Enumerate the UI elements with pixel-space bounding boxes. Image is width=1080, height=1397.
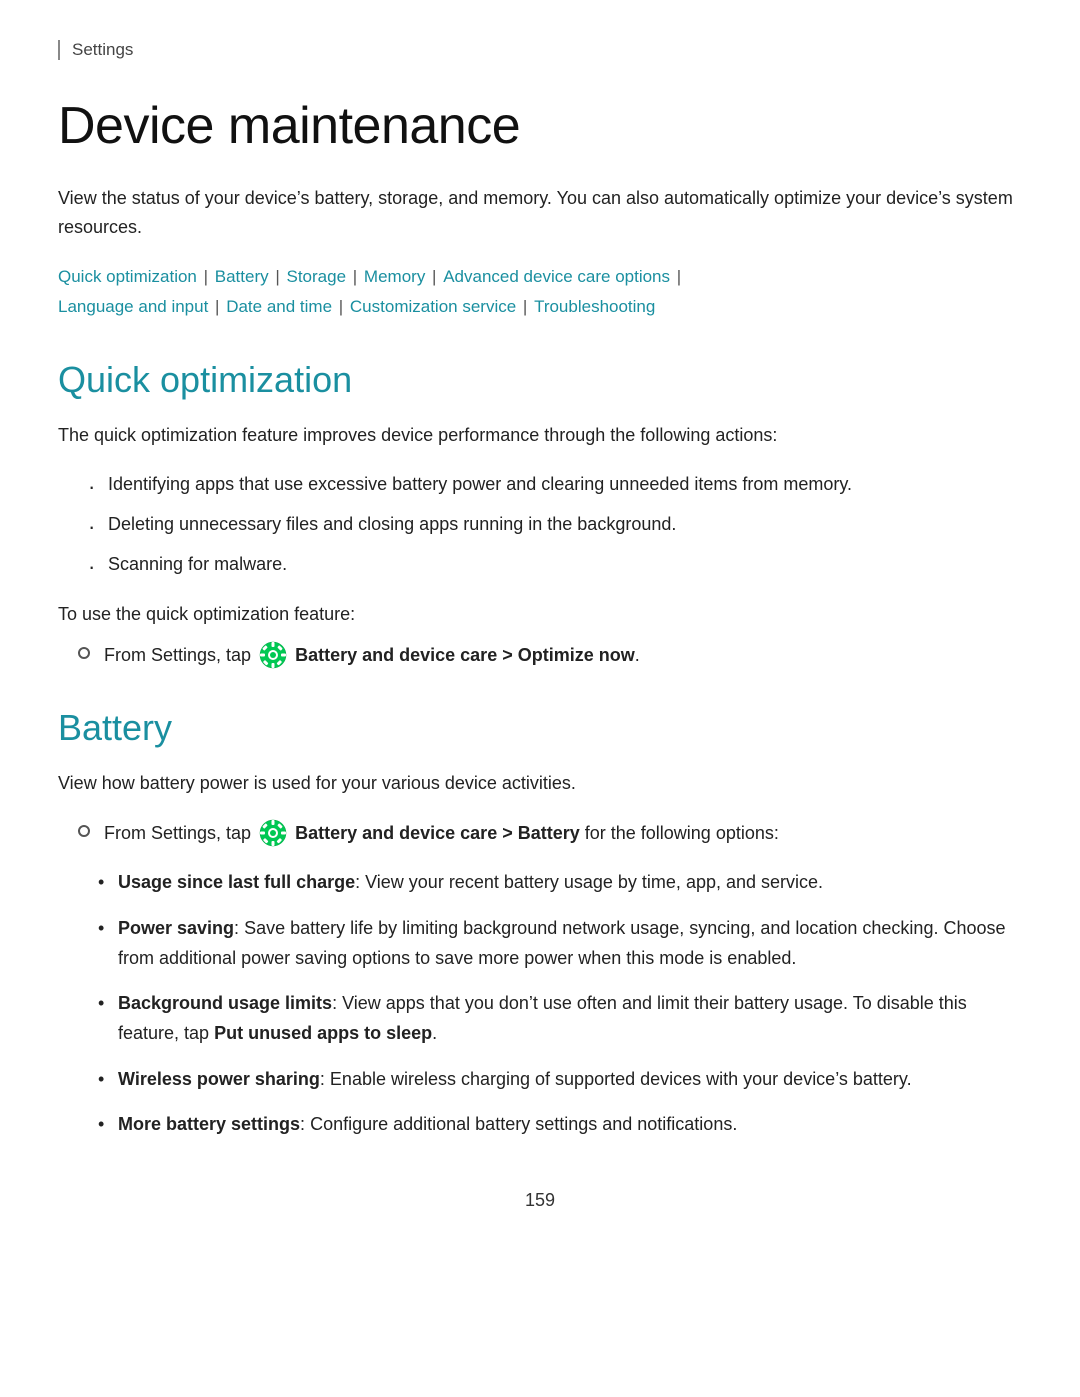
page-title: Device maintenance	[58, 96, 1022, 156]
quick-optimization-step: From Settings, tap Battery and device ca…	[78, 641, 1022, 671]
separator: |	[518, 297, 532, 316]
battery-settings-gear-icon	[259, 819, 287, 847]
separator: |	[348, 267, 362, 286]
page-number: 159	[58, 1190, 1022, 1211]
separator: |	[199, 267, 213, 286]
battery-step-prefix: From Settings, tap	[104, 823, 251, 843]
option-text-more: Configure additional battery settings an…	[305, 1114, 737, 1134]
battery-section: Battery View how battery power is used f…	[58, 707, 1022, 1140]
breadcrumb: Settings	[58, 40, 1022, 60]
separator: |	[210, 297, 224, 316]
quick-optimization-title: Quick optimization	[58, 359, 1022, 401]
quick-optimization-bullets: Identifying apps that use excessive batt…	[88, 470, 1022, 579]
option-label-power-saving: Power saving	[118, 918, 234, 938]
option-label-bg-limits: Background usage limits	[118, 993, 332, 1013]
nav-link-troubleshooting[interactable]: Troubleshooting	[534, 297, 655, 316]
option-text-after-bg: .	[432, 1023, 437, 1043]
battery-option-usage: Usage since last full charge: View your …	[98, 868, 1022, 898]
nav-link-battery[interactable]: Battery	[215, 267, 269, 286]
battery-option-more-settings: More battery settings: Configure additio…	[98, 1110, 1022, 1140]
option-text-usage: View your recent battery usage by time, …	[360, 872, 823, 892]
step-suffix: .	[635, 645, 640, 665]
page-container: Settings Device maintenance View the sta…	[0, 0, 1080, 1397]
bullet-item-3: Scanning for malware.	[88, 550, 1022, 580]
battery-title: Battery	[58, 707, 1022, 749]
quick-optimization-instruction: To use the quick optimization feature:	[58, 600, 1022, 630]
step-prefix: From Settings, tap	[104, 645, 251, 665]
battery-description: View how battery power is used for your …	[58, 769, 1022, 799]
nav-link-date[interactable]: Date and time	[226, 297, 332, 316]
put-unused-bold: Put unused apps to sleep	[214, 1023, 432, 1043]
option-text-wireless: Enable wireless charging of supported de…	[325, 1069, 912, 1089]
battery-option-power-saving: Power saving: Save battery life by limit…	[98, 914, 1022, 973]
nav-link-quick-optimization[interactable]: Quick optimization	[58, 267, 197, 286]
battery-step-suffix: for the following options:	[580, 823, 779, 843]
bullet-item-1: Identifying apps that use excessive batt…	[88, 470, 1022, 500]
settings-gear-icon	[259, 641, 287, 669]
battery-step: From Settings, tap Battery and device ca…	[78, 819, 1022, 849]
nav-link-language[interactable]: Language and input	[58, 297, 208, 316]
quick-optimization-description: The quick optimization feature improves …	[58, 421, 1022, 451]
step-bold: Battery and device care > Optimize now	[295, 645, 635, 665]
circle-bullet-icon	[78, 647, 90, 659]
quick-optimization-step-text: From Settings, tap Battery and device ca…	[104, 641, 640, 671]
option-label-more: More battery settings	[118, 1114, 300, 1134]
option-text-power-saving: Save battery life by limiting background…	[118, 918, 1006, 968]
option-label-usage: Usage since last full charge	[118, 872, 355, 892]
battery-step-bold: Battery and device care > Battery	[295, 823, 580, 843]
nav-link-advanced[interactable]: Advanced device care options	[443, 267, 670, 286]
separator: |	[334, 297, 348, 316]
nav-links: Quick optimization | Battery | Storage |…	[58, 262, 1022, 323]
battery-option-background-limits: Background usage limits: View apps that …	[98, 989, 1022, 1048]
bullet-item-2: Deleting unnecessary files and closing a…	[88, 510, 1022, 540]
intro-description: View the status of your device’s battery…	[58, 184, 1022, 242]
battery-option-wireless-sharing: Wireless power sharing: Enable wireless …	[98, 1065, 1022, 1095]
separator: |	[271, 267, 285, 286]
circle-bullet-battery-icon	[78, 825, 90, 837]
battery-options-list: Usage since last full charge: View your …	[98, 868, 1022, 1140]
battery-step-text: From Settings, tap Battery and device ca…	[104, 819, 779, 849]
nav-link-storage[interactable]: Storage	[287, 267, 347, 286]
nav-link-customization[interactable]: Customization service	[350, 297, 516, 316]
separator: |	[672, 267, 681, 286]
separator: |	[427, 267, 441, 286]
nav-link-memory[interactable]: Memory	[364, 267, 425, 286]
option-label-wireless: Wireless power sharing	[118, 1069, 320, 1089]
